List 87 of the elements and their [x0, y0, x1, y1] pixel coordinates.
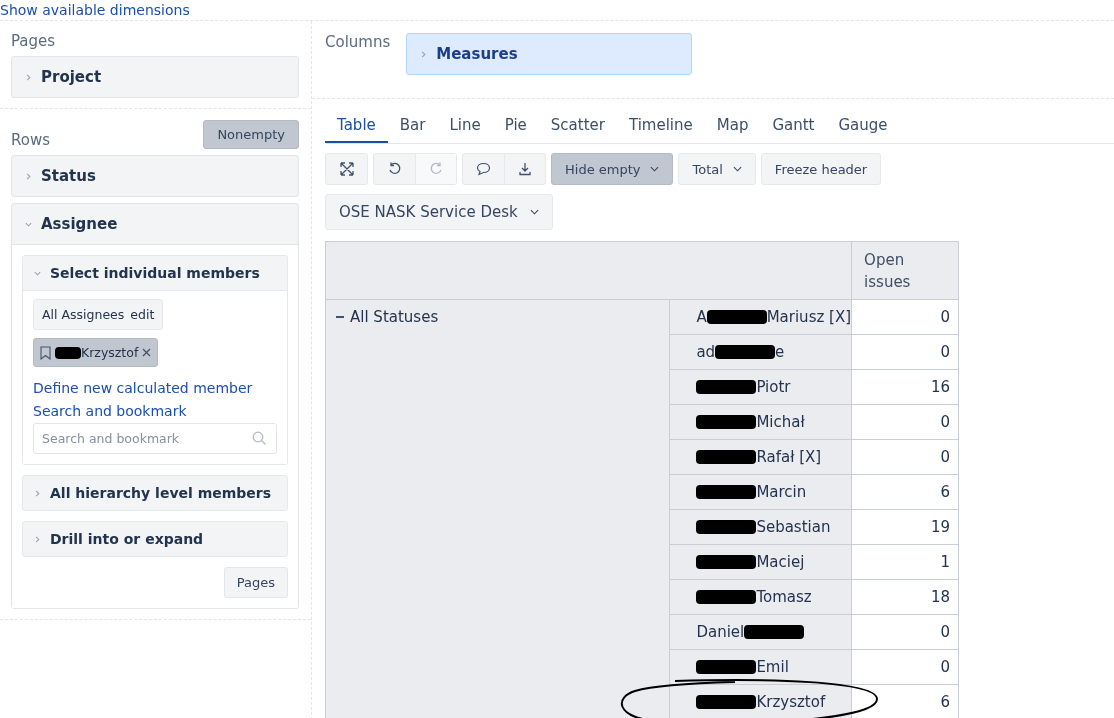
- toolbar-button[interactable]: Freeze header: [760, 153, 882, 185]
- name-text: Krzysztof: [756, 693, 826, 711]
- chevron-right-icon: [419, 49, 429, 59]
- section-title: Pages: [11, 32, 56, 50]
- view-tab[interactable]: Map: [704, 109, 761, 143]
- name-text: Mariusz [X]: [766, 308, 852, 326]
- undo-icon: [387, 162, 402, 176]
- dimension-header[interactable]: Project: [12, 57, 298, 97]
- row-group-label: All Statuses: [350, 308, 439, 326]
- measures-dimension[interactable]: Measures: [406, 33, 693, 75]
- caret-icon: [529, 209, 539, 215]
- action-link[interactable]: Search and bookmark: [33, 403, 187, 419]
- download-icon: [518, 162, 532, 176]
- name-text: Maciej: [756, 553, 805, 571]
- value-cell: 0: [851, 334, 959, 370]
- value-cell: 0: [851, 649, 959, 685]
- dimension-header[interactable]: Status: [12, 156, 298, 196]
- redaction-mark: [696, 415, 757, 429]
- chevron-right-icon: [33, 488, 42, 498]
- comment-icon: [476, 162, 491, 176]
- section-header[interactable]: All hierarchy level members: [23, 476, 287, 510]
- name-text: Michał: [756, 413, 805, 431]
- value-cell: 0: [851, 439, 959, 475]
- view-tab[interactable]: Table: [325, 109, 388, 143]
- search-field[interactable]: Search and bookmark: [33, 423, 277, 454]
- show-dimensions-link[interactable]: Show available dimensions: [0, 2, 190, 18]
- action-link[interactable]: Define new calculated member: [33, 380, 253, 396]
- name-text: e: [775, 343, 785, 361]
- view-tab[interactable]: Gauge: [826, 109, 900, 143]
- search-icon: [252, 431, 267, 446]
- redaction-mark: [696, 590, 757, 604]
- redaction-mark: [744, 625, 805, 639]
- value-cell: 0: [851, 614, 959, 650]
- value-cell: 19: [851, 509, 959, 545]
- pages-button[interactable]: Pages: [223, 567, 288, 598]
- name-text: Tomasz: [756, 588, 812, 606]
- chevron-right-icon: [24, 72, 33, 82]
- chevron-right-icon: [24, 171, 33, 181]
- name-text: Emil: [756, 658, 789, 676]
- toolbar-button[interactable]: Hide empty: [551, 153, 674, 185]
- value-cell: 0: [851, 299, 959, 335]
- name-text: ad: [696, 343, 716, 361]
- redaction-mark: [696, 520, 757, 534]
- value-cell: 1: [851, 544, 959, 580]
- value-cell: 18: [851, 579, 959, 615]
- view-tab[interactable]: Gantt: [760, 109, 827, 143]
- redo-icon: [429, 162, 443, 176]
- redaction-mark: [696, 380, 757, 394]
- column-header: Open issues: [851, 241, 959, 300]
- expand-icon: [339, 162, 354, 176]
- view-tab[interactable]: Timeline: [616, 109, 705, 143]
- section-title: Rows: [11, 131, 50, 149]
- edit-link[interactable]: edit: [130, 307, 155, 322]
- view-tab[interactable]: Scatter: [538, 109, 617, 143]
- value-cell: 16: [851, 369, 959, 405]
- chip-label: All Assignees: [42, 307, 125, 322]
- name-text: Rafał [X]: [756, 448, 822, 466]
- name-text: A: [696, 308, 707, 326]
- chevron-right-icon: [33, 534, 42, 544]
- toolbar-button[interactable]: Total: [678, 153, 756, 185]
- name-text: Daniel: [696, 623, 745, 641]
- view-tab[interactable]: Pie: [492, 109, 539, 143]
- name-text: Krzysztof: [81, 345, 139, 360]
- redaction-mark: [55, 346, 81, 359]
- redaction-mark: [696, 555, 757, 569]
- name-text: Marcin: [756, 483, 807, 501]
- view-tab[interactable]: Line: [437, 109, 493, 143]
- nonempty-button[interactable]: Nonempty: [203, 120, 299, 149]
- project-dropdown[interactable]: OSE NASK Service Desk: [325, 194, 553, 230]
- view-tab[interactable]: Bar: [387, 109, 438, 143]
- redaction-mark: [696, 450, 757, 464]
- redaction-mark: [696, 660, 757, 674]
- all-members-chip[interactable]: All Assignees edit: [33, 299, 164, 330]
- section-title: Columns: [325, 33, 391, 53]
- redaction-mark: [696, 485, 757, 499]
- section-header[interactable]: Drill into or expand: [23, 522, 287, 556]
- value-cell: 0: [851, 404, 959, 440]
- close-icon[interactable]: [142, 348, 152, 357]
- redaction-mark: [715, 345, 776, 359]
- name-text: Piotr: [756, 378, 791, 396]
- member-chip[interactable]: Krzysztof: [33, 338, 159, 367]
- value-cell: 6: [851, 474, 959, 510]
- section-header[interactable]: Select individual members: [23, 256, 287, 290]
- bookmark-icon: [40, 345, 51, 360]
- redaction-mark: [706, 310, 767, 324]
- redaction-mark: [696, 695, 757, 709]
- name-text: Sebastian: [756, 518, 831, 536]
